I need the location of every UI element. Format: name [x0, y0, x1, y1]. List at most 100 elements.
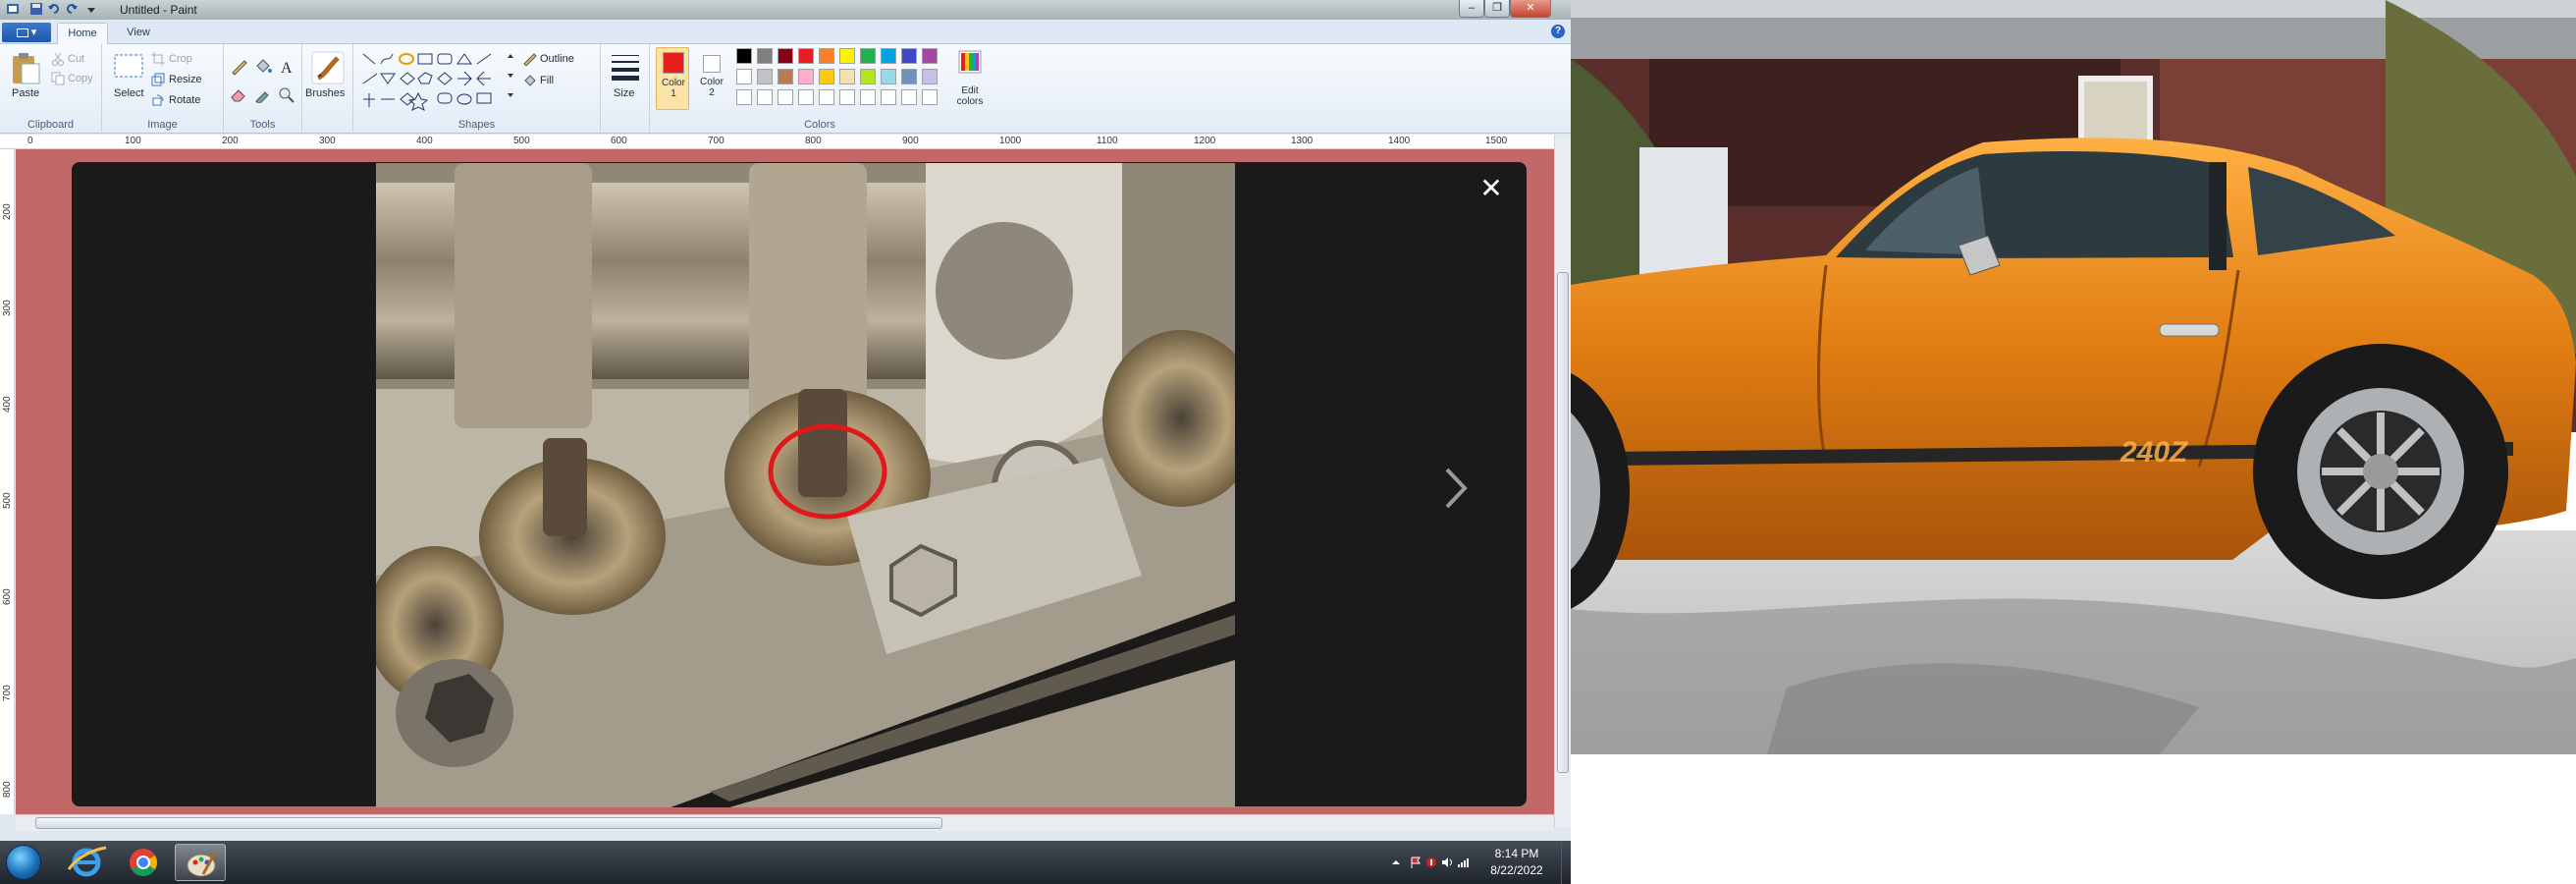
save-icon[interactable] [29, 2, 43, 16]
taskbar-app-paint[interactable] [175, 844, 226, 881]
fill-dropdown[interactable]: Fill [540, 75, 554, 86]
rotate-button[interactable]: Rotate [169, 94, 200, 106]
palette-swatch[interactable] [860, 48, 876, 64]
palette-swatch[interactable] [860, 89, 876, 105]
undo-icon[interactable] [47, 2, 61, 16]
tools-group: A Tools [224, 44, 302, 134]
eraser-icon[interactable] [230, 85, 249, 103]
paint-app-icon[interactable] [6, 2, 20, 16]
clock-date[interactable]: 8/22/2022 [1482, 863, 1551, 877]
network-signal-icon[interactable] [1457, 856, 1469, 868]
color1-selector[interactable]: Color 1 [656, 47, 689, 110]
show-hidden-icons-icon[interactable] [1390, 856, 1402, 868]
palette-swatch[interactable] [839, 48, 855, 64]
text-tool-icon[interactable]: A [277, 58, 296, 76]
horizontal-ruler: 0 100 200 300 400 500 600 700 800 900 1000 1100 1200… [0, 135, 1554, 149]
palette-swatch[interactable] [757, 69, 773, 84]
palette-swatch[interactable] [922, 48, 938, 64]
maximize-button[interactable]: ❐ [1484, 0, 1510, 18]
volume-icon[interactable] [1441, 856, 1453, 868]
palette-swatch[interactable] [778, 69, 793, 84]
action-center-flag-icon[interactable] [1410, 856, 1422, 868]
magnifier-icon[interactable] [277, 85, 296, 103]
fill-bucket-icon[interactable] [253, 58, 273, 76]
palette-swatch[interactable] [881, 89, 896, 105]
antivirus-icon[interactable] [1425, 856, 1437, 868]
ruler-tick-label: 1100 [1097, 136, 1118, 146]
paint-canvas[interactable]: ✕ [16, 149, 1554, 814]
taskbar-app-internet-explorer[interactable] [61, 844, 112, 881]
palette-swatch[interactable] [798, 89, 814, 105]
horizontal-scrollbar[interactable] [16, 814, 1554, 831]
file-menu-button[interactable]: ▾ [2, 23, 51, 42]
taskbar-app-chrome[interactable] [118, 844, 169, 881]
minimize-button[interactable]: – [1459, 0, 1484, 18]
palette-swatch[interactable] [860, 69, 876, 84]
size-label[interactable]: Size [614, 87, 634, 99]
brushes-icon[interactable] [310, 50, 346, 85]
palette-swatch[interactable] [922, 69, 938, 84]
select-icon[interactable] [114, 54, 143, 78]
redo-icon[interactable] [65, 2, 79, 16]
palette-swatch[interactable] [798, 48, 814, 64]
size-icon[interactable] [610, 52, 641, 82]
edit-colors-icon[interactable] [958, 50, 982, 74]
tab-view[interactable]: View [114, 23, 163, 44]
rotate-icon [152, 94, 164, 106]
title-bar: Untitled - Paint – ❐ ✕ [0, 0, 1571, 20]
ruler-tick-label: 1500 [1485, 136, 1508, 146]
show-desktop-button[interactable] [1561, 841, 1571, 884]
palette-swatch[interactable] [819, 89, 834, 105]
palette-swatch[interactable] [839, 89, 855, 105]
shapes-gallery-icon[interactable] [359, 50, 507, 111]
palette-swatch[interactable] [901, 69, 917, 84]
select-label[interactable]: Select [114, 87, 144, 99]
lightbox-close-button[interactable]: ✕ [1477, 175, 1505, 202]
palette-swatch[interactable] [819, 69, 834, 84]
paste-label[interactable]: Paste [12, 87, 39, 99]
tab-home[interactable]: Home [57, 23, 108, 44]
color2-selector[interactable]: Color 2 [695, 47, 728, 110]
ruler-tick-label: 600 [611, 136, 627, 146]
horizontal-scroll-thumb[interactable] [35, 817, 942, 829]
palette-swatch[interactable] [736, 89, 752, 105]
copy-button[interactable]: Copy [68, 73, 93, 84]
palette-swatch[interactable] [736, 48, 752, 64]
palette-swatch[interactable] [819, 48, 834, 64]
palette-swatch[interactable] [736, 69, 752, 84]
next-arrow-icon[interactable] [1441, 464, 1471, 513]
palette-swatch[interactable] [881, 69, 896, 84]
palette-swatch[interactable] [778, 89, 793, 105]
ruler-tick-label: 500 [2, 492, 13, 509]
palette-swatch[interactable] [757, 89, 773, 105]
shapes-scroll-icon[interactable] [507, 52, 514, 101]
clock-time[interactable]: 8:14 PM [1482, 847, 1551, 860]
edit-colors-label[interactable]: Edit colors [954, 85, 986, 107]
vertical-scrollbar[interactable] [1554, 135, 1571, 827]
palette-swatch[interactable] [778, 48, 793, 64]
palette-swatch[interactable] [839, 69, 855, 84]
shapes-group-label: Shapes [457, 119, 496, 131]
cut-button[interactable]: Cut [68, 53, 84, 65]
outline-dropdown[interactable]: Outline [540, 53, 574, 65]
palette-swatch[interactable] [901, 89, 917, 105]
palette-swatch[interactable] [901, 48, 917, 64]
image-group-label: Image [147, 119, 178, 131]
resize-button[interactable]: Resize [169, 74, 202, 85]
crop-button[interactable]: Crop [169, 53, 192, 65]
paste-icon[interactable] [10, 52, 41, 85]
customize-quick-access-icon[interactable] [84, 2, 98, 16]
brushes-label[interactable]: Brushes [305, 87, 345, 99]
file-menu-icon [16, 28, 28, 37]
help-icon[interactable]: ? [1551, 25, 1565, 38]
vertical-scroll-thumb[interactable] [1557, 272, 1569, 773]
palette-swatch[interactable] [922, 89, 938, 105]
close-button[interactable]: ✕ [1510, 0, 1551, 18]
color2-label: Color 2 [700, 77, 724, 98]
palette-swatch[interactable] [881, 48, 896, 64]
color-picker-icon[interactable] [253, 85, 273, 103]
palette-swatch[interactable] [757, 48, 773, 64]
pencil-icon[interactable] [230, 58, 249, 76]
start-button[interactable] [6, 845, 41, 880]
palette-swatch[interactable] [798, 69, 814, 84]
